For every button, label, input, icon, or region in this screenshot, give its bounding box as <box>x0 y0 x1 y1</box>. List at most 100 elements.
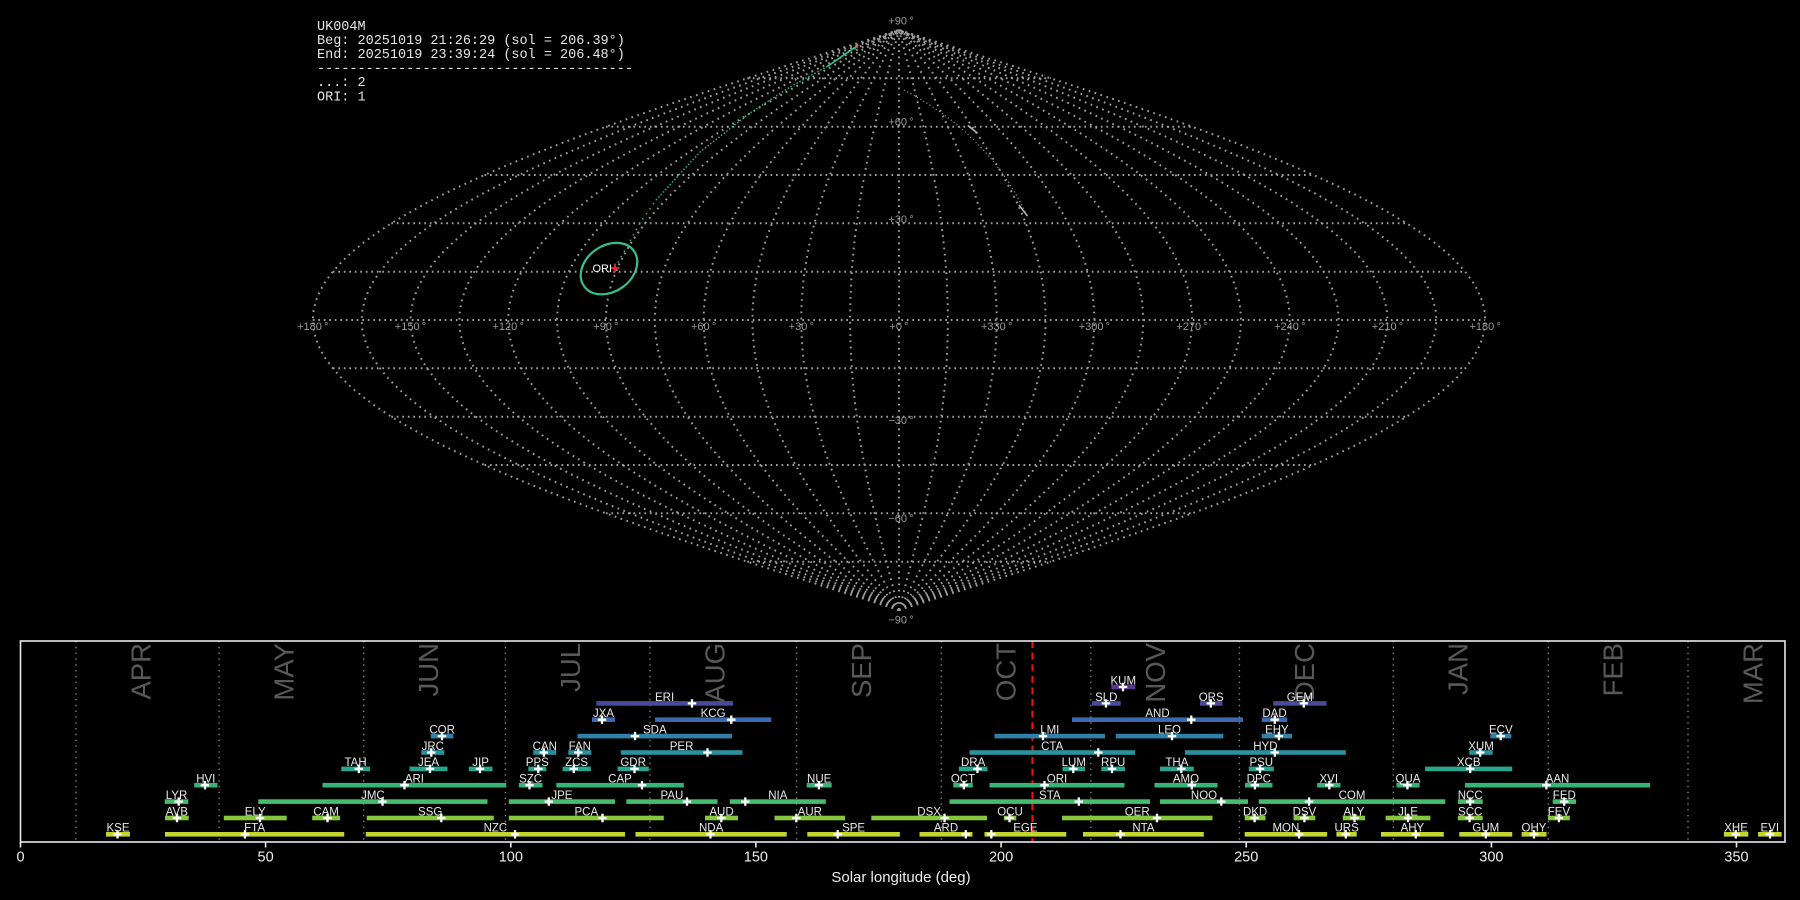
svg-text:ORS: ORS <box>1199 692 1224 704</box>
svg-text:AVB: AVB <box>166 806 188 818</box>
svg-text:FEB: FEB <box>1598 643 1629 696</box>
svg-text:JUN: JUN <box>413 643 444 696</box>
svg-text:CAM: CAM <box>313 806 339 818</box>
svg-text:DSX: DSX <box>917 806 941 818</box>
svg-text:JLE: JLE <box>1398 806 1418 818</box>
svg-text:AMO: AMO <box>1173 774 1199 786</box>
svg-text:+60 °: +60 ° <box>888 116 913 128</box>
svg-text:ORI: ORI <box>1047 774 1067 786</box>
svg-text:GDR: GDR <box>620 757 646 769</box>
svg-text:SPE: SPE <box>842 823 865 835</box>
svg-text:OCT: OCT <box>991 643 1022 701</box>
svg-text:ALY: ALY <box>1343 806 1364 818</box>
svg-text:+270 °: +270 ° <box>1176 321 1207 333</box>
svg-text:JRC: JRC <box>422 741 444 753</box>
svg-text:PER: PER <box>670 741 694 753</box>
svg-text:NUE: NUE <box>807 774 832 786</box>
svg-text:ERI: ERI <box>655 692 674 704</box>
svg-text:JMC: JMC <box>361 790 385 802</box>
svg-text:50: 50 <box>258 850 274 866</box>
svg-text:LEO: LEO <box>1158 725 1181 737</box>
svg-text:HYD: HYD <box>1253 741 1277 753</box>
svg-text:APR: APR <box>125 643 156 700</box>
svg-text:ZCS: ZCS <box>565 757 588 769</box>
svg-text:FED: FED <box>1553 790 1576 802</box>
svg-text:KSE: KSE <box>106 823 129 835</box>
svg-text:RPU: RPU <box>1101 757 1125 769</box>
svg-text:MAY: MAY <box>269 643 300 701</box>
svg-text:COM: COM <box>1339 790 1366 802</box>
svg-text:JXA: JXA <box>593 708 614 720</box>
svg-text:CAP: CAP <box>608 774 632 786</box>
svg-text:DKD: DKD <box>1243 806 1267 818</box>
svg-text:XUM: XUM <box>1468 741 1494 753</box>
svg-text:−90 °: −90 ° <box>888 615 913 627</box>
svg-text:+180 °: +180 ° <box>1470 321 1501 333</box>
svg-text:LYR: LYR <box>166 790 188 802</box>
svg-text:Solar longitude (deg): Solar longitude (deg) <box>831 869 970 886</box>
svg-text:Beg: 20251019 21:26:29 (sol =: Beg: 20251019 21:26:29 (sol = 206.39°) <box>317 34 625 49</box>
svg-text:PPS: PPS <box>526 757 549 769</box>
svg-text:URS: URS <box>1334 823 1359 835</box>
svg-text:300: 300 <box>1479 850 1503 866</box>
svg-text:DSV: DSV <box>1293 806 1317 818</box>
svg-text:PCA: PCA <box>574 806 598 818</box>
svg-text:−30 °: −30 ° <box>888 415 913 427</box>
svg-text:MAR: MAR <box>1737 643 1768 704</box>
svg-text:KCG: KCG <box>701 708 726 720</box>
svg-text:SZC: SZC <box>519 774 542 786</box>
svg-text:NTA: NTA <box>1132 823 1154 835</box>
svg-text:+210 °: +210 ° <box>1372 321 1403 333</box>
svg-text:NCC: NCC <box>1458 790 1483 802</box>
svg-text:+90 °: +90 ° <box>593 321 618 333</box>
svg-text:−60 °: −60 ° <box>888 513 913 525</box>
svg-text:AHY: AHY <box>1401 823 1425 835</box>
svg-text:PAU: PAU <box>661 790 684 802</box>
svg-text:OCT: OCT <box>951 774 975 786</box>
svg-text:+240 °: +240 ° <box>1274 321 1305 333</box>
svg-text:ECV: ECV <box>1489 725 1513 737</box>
svg-text:+150 °: +150 ° <box>395 321 426 333</box>
svg-text:150: 150 <box>744 850 768 866</box>
svg-text:EVI: EVI <box>1761 823 1780 835</box>
svg-text:SLD: SLD <box>1095 692 1117 704</box>
svg-text:------------------------------: --------------------------------------- <box>317 62 633 77</box>
svg-text:GUM: GUM <box>1472 823 1499 835</box>
svg-text:End: 20251019 23:39:24 (sol =: End: 20251019 23:39:24 (sol = 206.48°) <box>317 48 625 63</box>
svg-text:+120 °: +120 ° <box>493 321 524 333</box>
svg-text:ORI: ORI <box>592 263 612 275</box>
svg-text:NDA: NDA <box>699 823 724 835</box>
svg-text:FTA: FTA <box>244 823 265 835</box>
svg-text:ARD: ARD <box>934 823 958 835</box>
svg-text:UK004M: UK004M <box>317 20 366 35</box>
svg-text:DAD: DAD <box>1262 708 1286 720</box>
svg-text:MON: MON <box>1272 823 1299 835</box>
svg-text:EHY: EHY <box>1265 725 1289 737</box>
svg-text:STA: STA <box>1039 790 1061 802</box>
svg-text:XCB: XCB <box>1457 757 1481 769</box>
svg-text:+30 °: +30 ° <box>789 321 814 333</box>
svg-text:AND: AND <box>1145 708 1169 720</box>
svg-text:JUL: JUL <box>555 643 586 692</box>
svg-text:AAN: AAN <box>1546 774 1570 786</box>
svg-text:350: 350 <box>1724 850 1748 866</box>
svg-text:AUG: AUG <box>699 643 730 703</box>
svg-text:AUR: AUR <box>798 806 822 818</box>
svg-text:DRA: DRA <box>961 757 986 769</box>
svg-text:CTA: CTA <box>1041 741 1063 753</box>
svg-text:+30 °: +30 ° <box>888 214 913 226</box>
svg-text:SDA: SDA <box>643 725 667 737</box>
svg-text:NZC: NZC <box>484 823 508 835</box>
svg-text:DPC: DPC <box>1247 774 1271 786</box>
svg-text:SCC: SCC <box>1458 806 1482 818</box>
svg-text:EGE: EGE <box>1013 823 1038 835</box>
svg-text:FAN: FAN <box>569 741 591 753</box>
svg-text:HVI: HVI <box>196 774 215 786</box>
svg-text:OCU: OCU <box>997 806 1023 818</box>
svg-text:TAH: TAH <box>345 757 367 769</box>
svg-text:CAN: CAN <box>533 741 557 753</box>
svg-text:XHE: XHE <box>1724 823 1748 835</box>
svg-text:THA: THA <box>1165 757 1188 769</box>
svg-text:JIP: JIP <box>472 757 489 769</box>
svg-text:100: 100 <box>499 850 523 866</box>
